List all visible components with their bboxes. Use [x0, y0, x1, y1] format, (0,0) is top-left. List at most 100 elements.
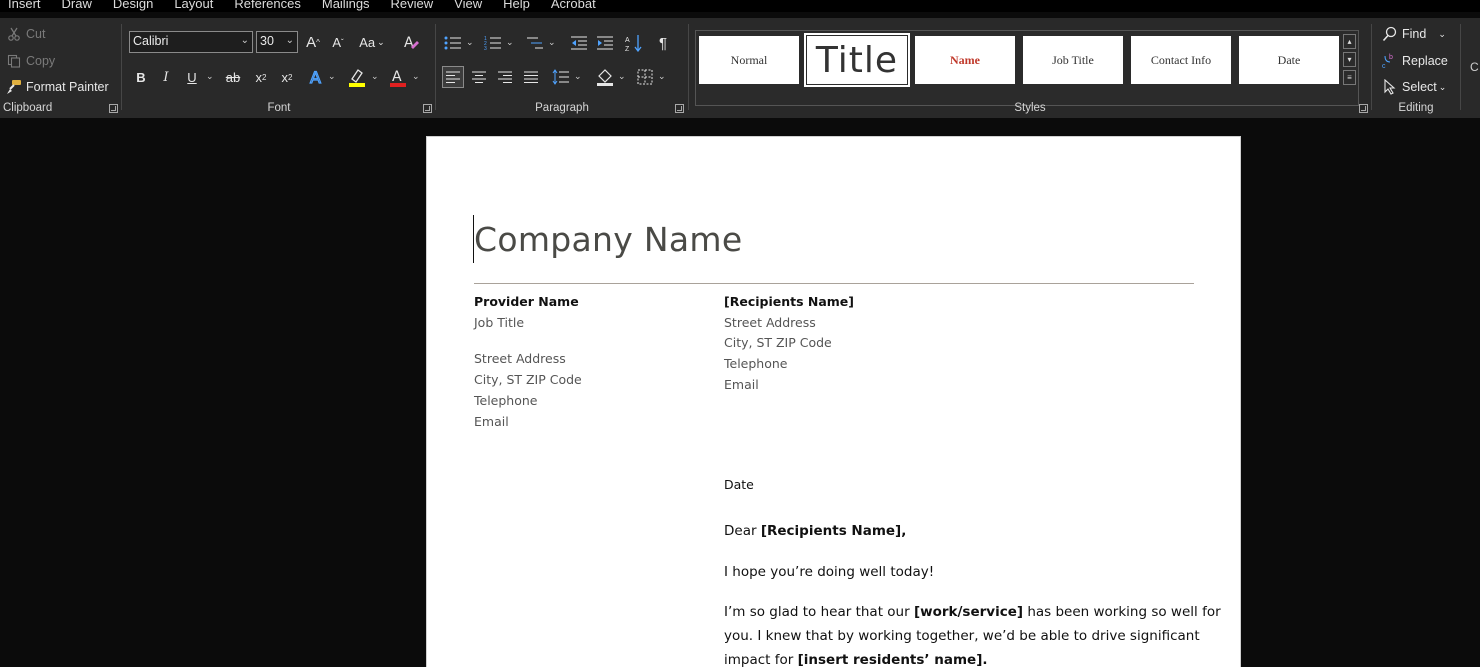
company-name-title[interactable]: Company Name — [474, 220, 742, 259]
chevron-down-icon: ⌄ — [1438, 81, 1447, 92]
menu-design[interactable]: Design — [113, 0, 153, 11]
strikethrough-button[interactable]: ab — [222, 66, 244, 88]
align-right-button[interactable] — [494, 66, 516, 88]
format-painter-button[interactable]: Format Painter — [6, 79, 109, 95]
numbering-button[interactable]: 123 — [482, 32, 504, 54]
recipient-name[interactable]: [Recipients Name] — [724, 292, 854, 313]
bold-button[interactable]: B — [130, 66, 152, 88]
menu-insert[interactable]: Insert — [8, 0, 41, 11]
bullets-button[interactable] — [442, 32, 464, 54]
document-page[interactable]: Company Name Provider Name Job Title Str… — [426, 136, 1241, 667]
separator — [1460, 24, 1461, 110]
chevron-down-icon[interactable]: ⌄ — [206, 71, 214, 82]
provider-telephone[interactable]: Telephone — [474, 391, 582, 412]
clipboard-dialog-launcher[interactable] — [109, 104, 118, 113]
select-button[interactable]: Select ⌄ — [1382, 79, 1446, 95]
recipient-street[interactable]: Street Address — [724, 313, 854, 334]
sender-block: Provider Name Job Title Street Address C… — [474, 292, 582, 432]
paragraph-dialog-launcher[interactable] — [675, 104, 684, 113]
increase-indent-button[interactable] — [594, 32, 616, 54]
menu-help[interactable]: Help — [503, 0, 530, 11]
subscript-button[interactable]: x2 — [250, 66, 272, 88]
chevron-down-icon[interactable]: ⌄ — [371, 71, 379, 82]
pilcrow-icon: ¶ — [658, 34, 668, 52]
copy-icon — [6, 53, 22, 69]
change-case-button[interactable]: Aa ⌄ — [356, 31, 388, 53]
cursor-arrow-icon — [1382, 79, 1398, 95]
shading-button[interactable] — [594, 66, 616, 88]
align-center-icon — [472, 71, 486, 83]
decrease-indent-button[interactable] — [568, 32, 590, 54]
chevron-down-icon[interactable]: ⌄ — [506, 37, 514, 48]
letter-date[interactable]: Date — [724, 473, 754, 497]
copy-button[interactable]: Copy — [6, 53, 55, 69]
editing-group: Find ⌄ bc Replace Select ⌄ Editing — [1374, 22, 1458, 118]
justify-button[interactable] — [520, 66, 542, 88]
provider-email[interactable]: Email — [474, 412, 582, 433]
grow-font-button[interactable]: A ^ — [302, 31, 324, 53]
borders-button[interactable] — [634, 66, 656, 88]
replace-button[interactable]: bc Replace — [1382, 53, 1448, 69]
underline-icon: U — [187, 69, 197, 85]
line-spacing-button[interactable] — [550, 66, 572, 88]
search-icon — [1382, 26, 1398, 42]
body-line-2: you. I knew that by working together, we… — [724, 628, 1200, 644]
provider-name[interactable]: Provider Name — [474, 292, 582, 313]
font-size-combo[interactable]: 30 ⌄ — [256, 31, 298, 53]
underline-button[interactable]: U — [181, 66, 203, 88]
recipient-city[interactable]: City, ST ZIP Code — [724, 333, 854, 354]
provider-job-title[interactable]: Job Title — [474, 313, 582, 334]
menu-references[interactable]: References — [234, 0, 300, 11]
paragraph-group: ⌄ 123 ⌄ ⌄ AZ ¶ ⌄ ⌄ ⌄ Paragraph — [438, 22, 686, 118]
italic-button[interactable]: I — [155, 66, 177, 88]
styles-dialog-launcher[interactable] — [1359, 104, 1368, 113]
menu-review[interactable]: Review — [391, 0, 434, 11]
align-right-icon — [498, 71, 512, 83]
font-color-icon: A — [390, 69, 406, 87]
chevron-down-icon[interactable]: ⌄ — [328, 71, 336, 82]
editing-group-label: Editing — [1398, 102, 1434, 114]
shrink-font-button[interactable]: Aˇ — [327, 31, 349, 53]
body-text: I’m so glad to hear that our — [724, 604, 914, 620]
provider-city[interactable]: City, ST ZIP Code — [474, 370, 582, 391]
align-center-button[interactable] — [468, 66, 490, 88]
chevron-down-icon[interactable]: ⌄ — [412, 71, 420, 82]
chevron-down-icon[interactable]: ⌄ — [574, 71, 582, 82]
menu-bar: Insert Draw Design Layout References Mai… — [0, 0, 1480, 12]
chevron-down-icon[interactable]: ⌄ — [618, 71, 626, 82]
recipient-telephone[interactable]: Telephone — [724, 354, 854, 375]
chevron-down-icon[interactable]: ⌄ — [466, 37, 474, 48]
font-name-combo[interactable]: Calibri ⌄ — [129, 31, 253, 53]
chevron-down-icon[interactable]: ⌄ — [658, 71, 666, 82]
recipient-email[interactable]: Email — [724, 375, 854, 396]
body-placeholder: [insert residents’ name]. — [797, 652, 988, 667]
clear-formatting-button[interactable]: A — [401, 31, 423, 53]
svg-text:A: A — [404, 35, 414, 51]
cut-button[interactable]: Cut — [6, 26, 45, 42]
chevron-down-icon: ⌄ — [285, 35, 294, 46]
chevron-down-icon[interactable]: ⌄ — [548, 37, 556, 48]
menu-view[interactable]: View — [454, 0, 482, 11]
text-effects-button[interactable]: A — [306, 66, 328, 88]
superscript-button[interactable]: x2 — [276, 66, 298, 88]
menu-layout[interactable]: Layout — [174, 0, 213, 11]
body-paragraph[interactable]: I’m so glad to hear that our [work/servi… — [724, 600, 1221, 667]
show-formatting-button[interactable]: ¶ — [652, 32, 674, 54]
menu-draw[interactable]: Draw — [62, 0, 92, 11]
multilevel-list-button[interactable] — [524, 32, 546, 54]
font-color-button[interactable]: A — [387, 66, 409, 88]
align-left-button[interactable] — [442, 66, 464, 88]
menu-acrobat[interactable]: Acrobat — [551, 0, 596, 11]
font-size-value: 30 — [260, 34, 274, 48]
salutation[interactable]: Dear [Recipients Name], — [724, 519, 906, 543]
svg-text:Z: Z — [625, 46, 630, 52]
strikethrough-icon: ab — [225, 69, 241, 85]
sort-button[interactable]: AZ — [623, 32, 645, 54]
find-button[interactable]: Find ⌄ — [1382, 26, 1446, 42]
provider-street[interactable]: Street Address — [474, 349, 582, 370]
highlight-color-button[interactable] — [346, 66, 368, 88]
greeting-paragraph[interactable]: I hope you’re doing well today! — [724, 560, 934, 584]
replace-label: Replace — [1402, 54, 1448, 68]
font-dialog-launcher[interactable] — [423, 104, 432, 113]
menu-mailings[interactable]: Mailings — [322, 0, 370, 11]
